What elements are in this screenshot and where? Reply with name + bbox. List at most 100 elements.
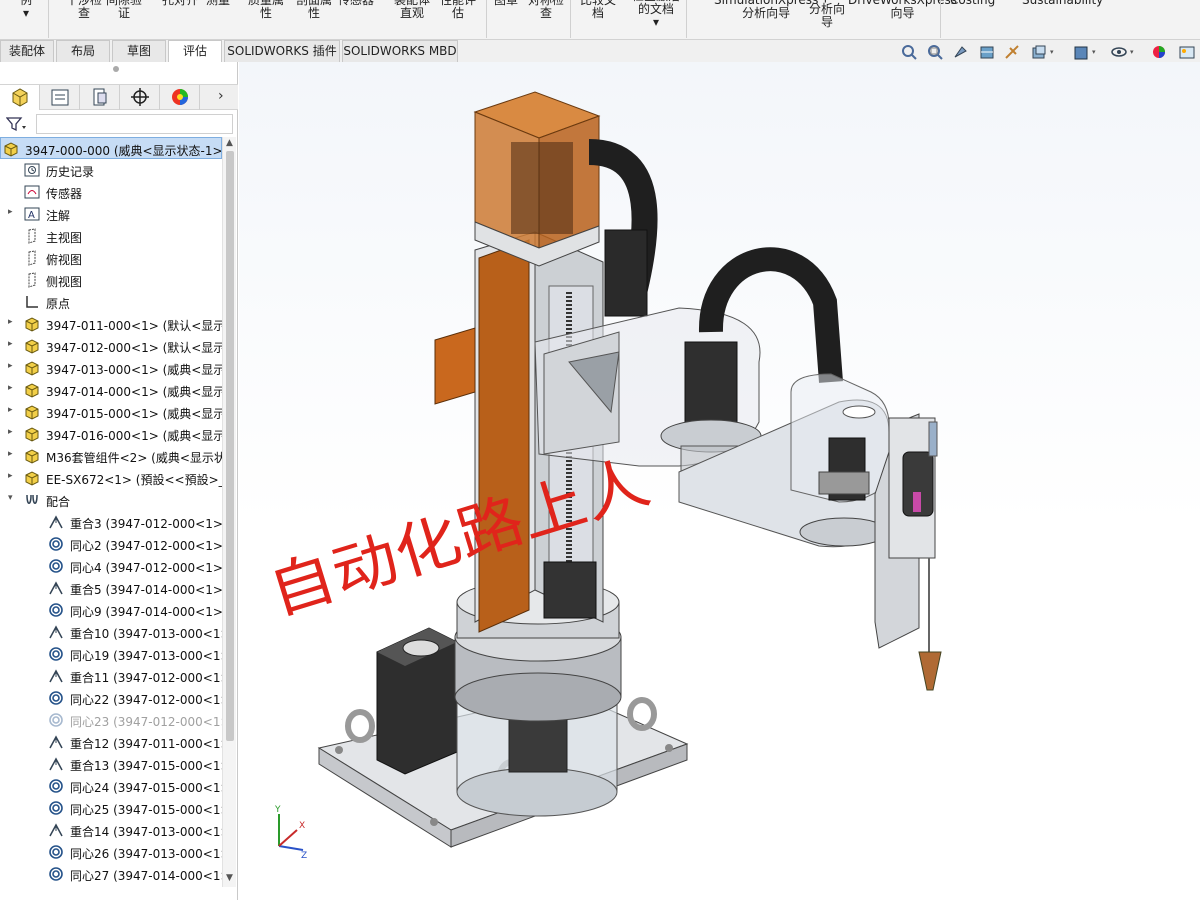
tree-item-label: 3947-013-000<1> (威典<显示 [46,363,222,377]
tree-item[interactable]: ▸ 3947-015-000<1> (威典<显示 [0,401,222,423]
panel-tab-1[interactable] [40,85,80,110]
tree-item[interactable]: 同心27 (3947-014-000<1> [0,863,222,885]
tree-item[interactable]: 同心26 (3947-013-000<1> [0,841,222,863]
tree-item[interactable]: ▸ 3947-012-000<1> (默认<显示 [0,335,222,357]
command-tab-2[interactable]: 草图 [112,40,166,62]
section-view-icon[interactable] [978,44,996,60]
tree-item[interactable]: 同心22 (3947-012-000<1> [0,687,222,709]
tree-scrollbar[interactable]: ▲ ▼ [222,137,236,887]
tree-item-label: 同心26 (3947-013-000<1> [70,847,222,861]
dropdown-arrow-icon[interactable]: ▾ [1130,48,1134,56]
concentric-icon [49,867,63,881]
dropdown-arrow-icon[interactable]: ▾ [1092,48,1096,56]
tree-item[interactable]: ▸ M36套管组件<2> (威典<显示状 [0,445,222,467]
tree-item[interactable]: ▸ 3947-013-000<1> (威典<显示 [0,357,222,379]
ribbon-button-18[interactable]: Sustainability [1022,0,1103,7]
ribbon-button-6[interactable]: 剖面属 性 [296,0,332,20]
edit-appearance-icon[interactable] [1150,44,1168,60]
tree-item[interactable]: 重合12 (3947-011-000<1> [0,731,222,753]
tree-item[interactable]: 历史记录 [0,159,222,181]
tree-expander-icon[interactable]: ▸ [8,361,13,371]
display-style-icon[interactable] [1072,44,1090,60]
scroll-up-arrow-icon[interactable]: ▲ [226,138,233,148]
filter-icon[interactable] [6,116,26,132]
tree-item[interactable]: 同心19 (3947-013-000<1> [0,643,222,665]
panel-tab-2[interactable] [80,85,120,110]
tree-item[interactable]: ▸ 3947-014-000<1> (威典<显示 [0,379,222,401]
ribbon-button-7[interactable]: 传感器 [338,0,374,7]
tree-item[interactable]: 同心9 (3947-014-000<1>,3 [0,599,222,621]
tree-item[interactable]: 同心25 (3947-015-000<1> [0,797,222,819]
tree-item[interactable]: 俯视图 [0,247,222,269]
tree-expander-icon[interactable]: ▸ [8,317,13,327]
ribbon-button-2[interactable]: 间隙验 证 [106,0,142,20]
tree-item[interactable]: ▸ 3947-016-000<1> (威典<显示 [0,423,222,445]
ribbon-button-10[interactable]: 图章 [494,0,518,7]
tree-item[interactable]: 重合5 (3947-014-000<1> [0,577,222,599]
ribbon-button-8[interactable]: 装配体 直观 [394,0,430,20]
tree-expander-icon[interactable]: ▸ [8,207,13,217]
command-tab-0[interactable]: 装配体 [0,40,54,62]
tree-item[interactable]: ▸ A 注解 [0,203,222,225]
tree-item[interactable]: 同心2 (3947-012-000<1> [0,533,222,555]
concentric-icon [49,691,63,705]
ribbon-button-11[interactable]: 对称检 查 [528,0,564,20]
tree-expander-icon[interactable]: ▸ [8,449,13,459]
graphics-area[interactable]: Y Z X 店铺：自动化路上人 [239,62,1200,900]
command-tab-1[interactable]: 布局 [56,40,110,62]
apply-scene-icon[interactable] [1178,44,1196,60]
tree-expander-icon[interactable]: ▸ [8,383,13,393]
tree-expander-icon[interactable]: ▸ [8,471,13,481]
tree-expander-icon[interactable]: ▾ [8,493,13,503]
ribbon-button-5[interactable]: 质量属 性 [248,0,284,20]
hide-show-icon[interactable] [1110,44,1128,60]
tree-item[interactable]: ▾ 配合 [0,489,222,511]
ribbon-button-3[interactable]: 孔对齐 [162,0,198,7]
tree-item[interactable]: 原点 [0,291,222,313]
tree-item[interactable]: 重合14 (3947-013-000<1> [0,819,222,841]
tree-item[interactable]: 3947-000-000 (威典<显示状态-1>) [0,137,222,159]
command-tab-4[interactable]: SOLIDWORKS 插件 [224,40,340,62]
tree-item[interactable]: 同心23 (3947-012-000<1> [0,709,222,731]
dropdown-arrow-icon[interactable]: ▾ [1050,48,1054,56]
filter-input[interactable] [36,114,233,134]
previous-view-icon[interactable] [952,44,970,60]
command-tab-5[interactable]: SOLIDWORKS MBD [342,40,458,62]
tree-item[interactable]: 重合3 (3947-012-000<1>,3 [0,511,222,533]
panel-tab-3[interactable] [120,85,160,110]
tree-item[interactable]: 侧视图 [0,269,222,291]
tree-item[interactable]: 主视图 [0,225,222,247]
ribbon-button-17[interactable]: Costing [950,0,995,7]
dynamic-annotation-icon[interactable] [1004,44,1022,60]
tree-item-label: 同心4 (3947-012-000<1> [70,561,222,575]
ribbon-button-12[interactable]: 比较文 档 [580,0,616,20]
scroll-down-arrow-icon[interactable]: ▼ [226,873,233,883]
zoom-to-fit-icon[interactable] [900,44,918,60]
scrollbar-thumb[interactable] [226,151,234,741]
panel-tabs-more-icon[interactable]: › [218,88,224,104]
tree-expander-icon[interactable]: ▸ [8,427,13,437]
ribbon-button-9[interactable]: 性能评 估 [440,0,476,20]
tree-item-label: 同心2 (3947-012-000<1> [70,539,222,553]
command-tab-3[interactable]: 评估 [168,40,222,62]
tree-expander-icon[interactable]: ▸ [8,339,13,349]
tree-item[interactable]: 重合10 (3947-013-000<1> [0,621,222,643]
panel-splitter-handle[interactable] [113,66,119,72]
tree-item[interactable]: 同心24 (3947-015-000<1> [0,775,222,797]
ribbon-button-4[interactable]: 测量 [206,0,230,7]
panel-tab-0[interactable] [0,85,40,110]
ribbon-button-13[interactable]: 检查激活 的文档 ▾ [632,0,680,29]
tree-item[interactable]: 传感器 [0,181,222,203]
tree-item[interactable]: ▸ 3947-011-000<1> (默认<显示 [0,313,222,335]
tree-expander-icon[interactable]: ▸ [8,405,13,415]
tree-item[interactable]: 同心4 (3947-012-000<1> [0,555,222,577]
tree-item[interactable]: 重合11 (3947-012-000<1> [0,665,222,687]
tree-item[interactable]: ▸ EE-SX672<1> (預設<<預設>_顯 [0,467,222,489]
panel-tab-4[interactable] [160,85,200,110]
tree-item[interactable]: 重合13 (3947-015-000<1> [0,753,222,775]
zoom-to-area-icon[interactable] [926,44,944,60]
model-3d-view[interactable]: Y Z X [239,62,1200,900]
view-orientation-icon[interactable] [1030,44,1048,60]
ribbon-button-1[interactable]: 干涉检 查 [66,0,102,20]
ribbon-button-0[interactable]: 例 ▾ [20,0,32,20]
